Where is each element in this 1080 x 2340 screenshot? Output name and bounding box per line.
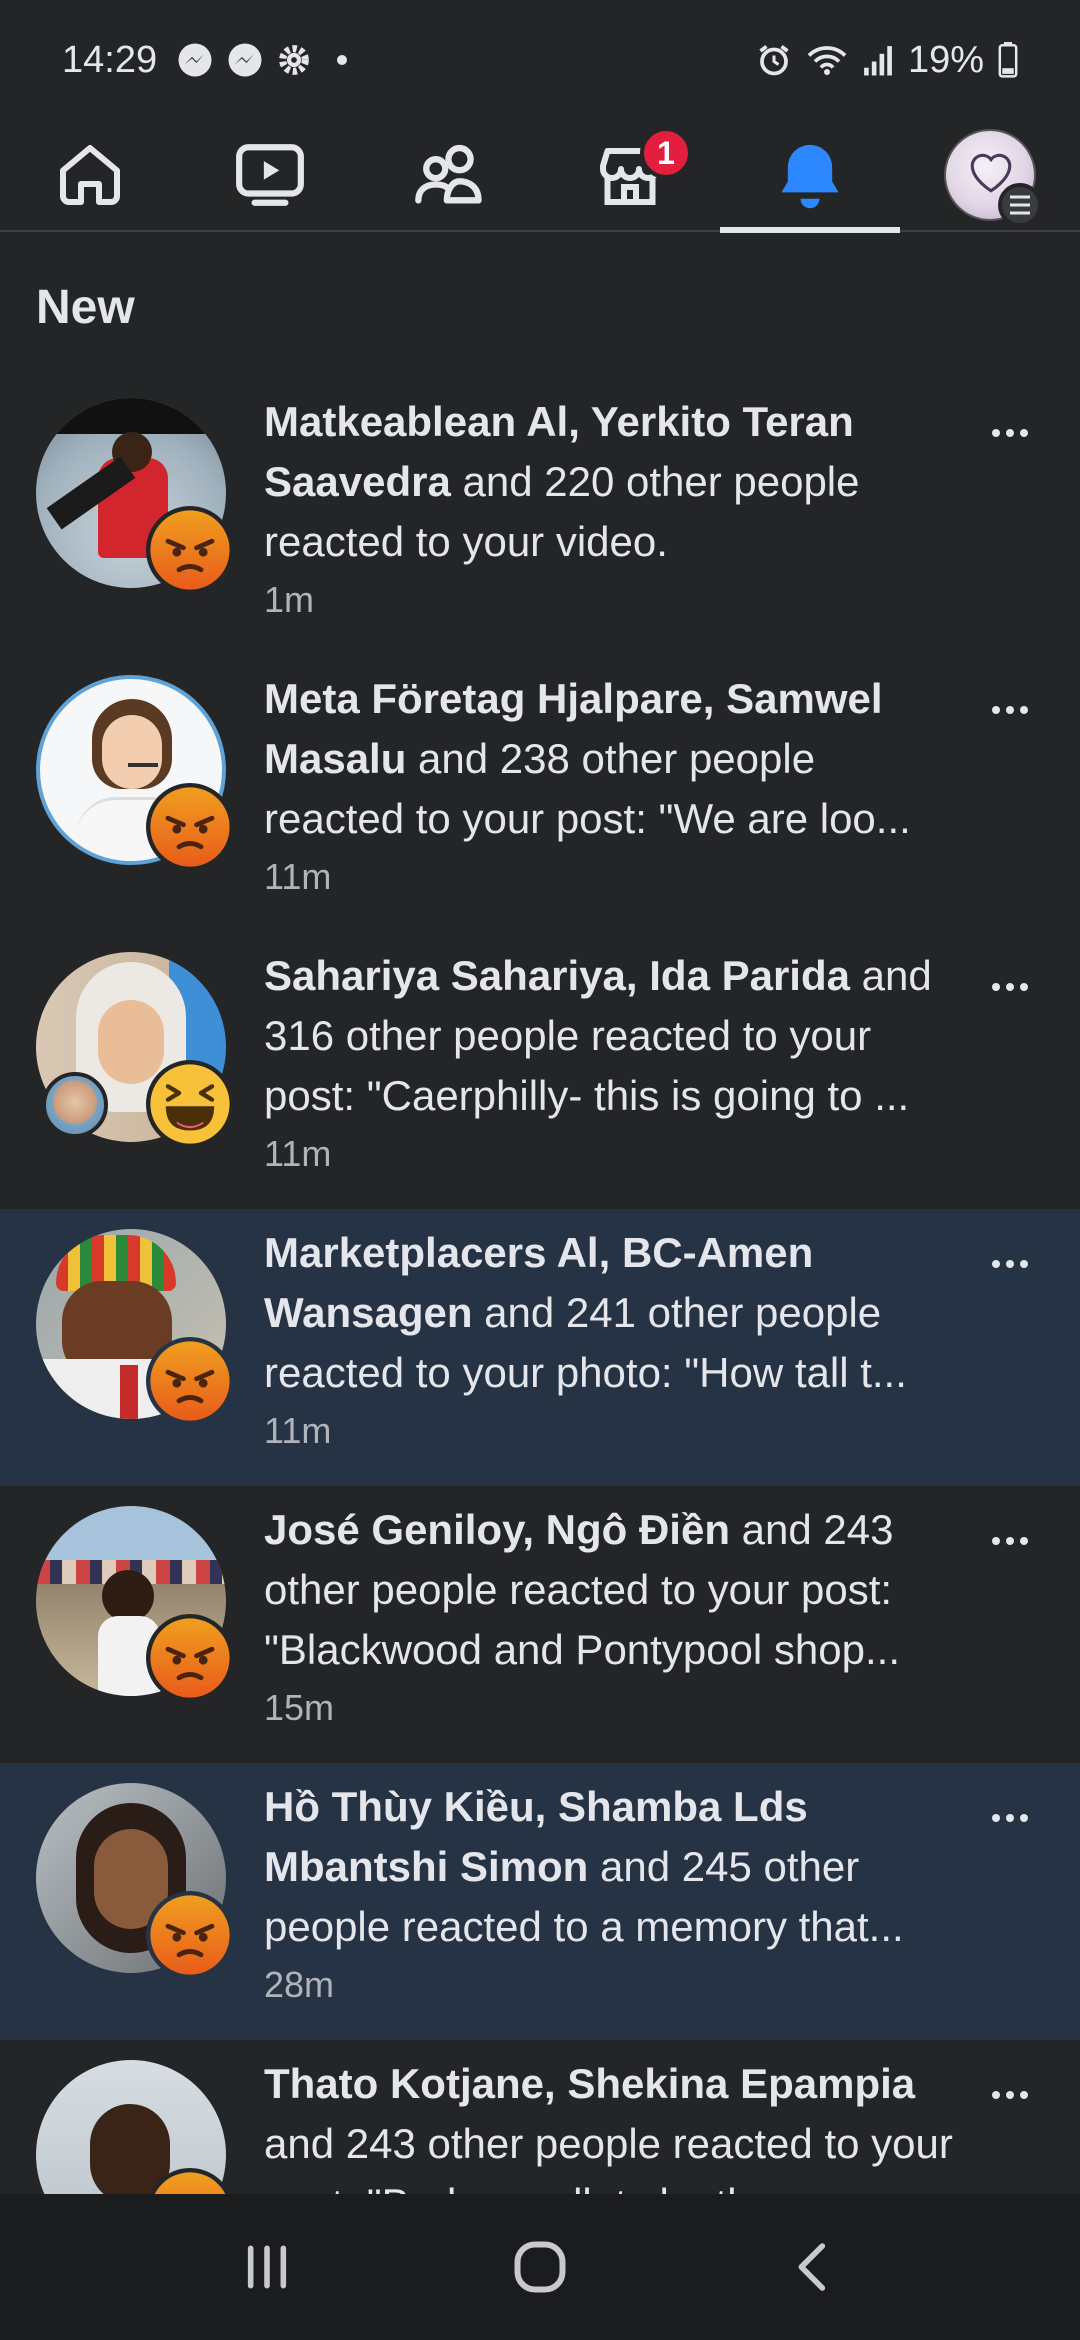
notification-avatar-wrap	[36, 675, 234, 871]
more-options-button[interactable]	[980, 1526, 1040, 1556]
notification-item[interactable]: Matkeablean Al, Yerkito Teran Saavedra a…	[0, 378, 1080, 655]
notification-time: 11m	[264, 1410, 332, 1451]
nav-home[interactable]	[0, 119, 180, 231]
notification-names: José Geniloy, Ngô Điền	[264, 1506, 730, 1553]
home-icon	[60, 145, 120, 205]
notification-body: Hồ Thùy Kiều, Shamba Lds Mbantshi Simon …	[264, 1777, 954, 2040]
messenger-icon-2	[227, 42, 263, 78]
nav-friends[interactable]	[360, 119, 540, 231]
recent-apps-icon	[247, 2245, 286, 2289]
messenger-icon	[177, 42, 213, 78]
nav-video[interactable]	[180, 119, 360, 231]
status-bar: 14:29 19%	[0, 0, 1080, 120]
notification-text: Sahariya Sahariya, Ida Parida and 316 ot…	[264, 946, 954, 1126]
status-left: 14:29	[62, 38, 348, 82]
alarm-icon	[756, 42, 792, 78]
notification-names: Thato Kotjane, Shekina Epampia	[264, 2060, 916, 2107]
settings-gear-icon	[277, 43, 311, 77]
battery-icon	[998, 42, 1018, 78]
home-button[interactable]	[480, 2217, 600, 2317]
notification-list: Matkeablean Al, Yerkito Teran Saavedra a…	[0, 378, 1080, 2317]
notification-avatar-wrap	[36, 1783, 234, 1979]
notification-item[interactable]: Marketplacers Al, BC-Amen Wansagen and 2…	[0, 1209, 1080, 1486]
nav-marketplace[interactable]: 1	[540, 119, 720, 231]
notification-body: José Geniloy, Ngô Điền and 243 other peo…	[264, 1500, 954, 1763]
notification-body: Marketplacers Al, BC-Amen Wansagen and 2…	[264, 1223, 954, 1486]
menu-icon	[998, 183, 1042, 227]
notification-time: 1m	[264, 579, 315, 620]
back-button[interactable]	[753, 2217, 873, 2317]
notification-text: Matkeablean Al, Yerkito Teran Saavedra a…	[264, 392, 954, 572]
notification-time: 28m	[264, 1964, 335, 2005]
bell-icon	[781, 144, 839, 209]
notification-item[interactable]: Sahariya Sahariya, Ida Parida and 316 ot…	[0, 932, 1080, 1209]
section-title-new: New	[36, 281, 135, 334]
nav-menu[interactable]	[900, 119, 1080, 231]
secondary-avatar	[42, 1072, 108, 1138]
battery-percent: 19%	[907, 38, 984, 81]
recent-apps-button[interactable]	[207, 2217, 327, 2317]
notification-avatar-wrap	[36, 1506, 234, 1702]
more-options-button[interactable]	[980, 2080, 1040, 2110]
top-navigation: 1	[0, 119, 1080, 233]
screen: 14:29 19% 1 New Matkeablean Al, Yerkito …	[0, 0, 1080, 2340]
angry-reaction-icon	[146, 783, 234, 871]
more-options-button[interactable]	[980, 972, 1040, 1002]
notification-names: Sahariya Sahariya, Ida Parida	[264, 952, 850, 999]
friends-icon	[415, 144, 482, 204]
notification-item[interactable]: Meta Företag Hjalpare, Samwel Masalu and…	[0, 655, 1080, 932]
notification-body: Matkeablean Al, Yerkito Teran Saavedra a…	[264, 392, 954, 655]
signal-icon	[862, 43, 894, 77]
profile-avatar	[944, 129, 1042, 227]
nav-notifications[interactable]	[720, 119, 900, 233]
notification-time: 11m	[264, 1133, 332, 1174]
more-options-button[interactable]	[980, 695, 1040, 725]
notification-text: José Geniloy, Ngô Điền and 243 other peo…	[264, 1500, 954, 1680]
angry-reaction-icon	[146, 1891, 234, 1979]
system-navigation-bar	[0, 2194, 1080, 2340]
notification-text: Marketplacers Al, BC-Amen Wansagen and 2…	[264, 1223, 954, 1403]
back-chevron-icon	[798, 2243, 826, 2291]
notification-item[interactable]: Hồ Thùy Kiều, Shamba Lds Mbantshi Simon …	[0, 1763, 1080, 2040]
notification-text: Meta Företag Hjalpare, Samwel Masalu and…	[264, 669, 954, 849]
notification-dot-icon	[337, 55, 348, 65]
notification-body: Sahariya Sahariya, Ida Parida and 316 ot…	[264, 946, 954, 1209]
notification-time: 11m	[264, 856, 332, 897]
more-options-button[interactable]	[980, 1803, 1040, 1833]
status-time: 14:29	[62, 38, 158, 81]
video-icon	[236, 144, 304, 206]
home-circle-icon	[514, 2241, 566, 2293]
notification-avatar-wrap	[36, 1229, 234, 1425]
notification-body: Meta Företag Hjalpare, Samwel Masalu and…	[264, 669, 954, 932]
more-options-button[interactable]	[980, 1249, 1040, 1279]
angry-reaction-icon	[146, 1614, 234, 1702]
status-right: 19%	[756, 39, 1018, 82]
notification-avatar-wrap	[36, 398, 234, 594]
notification-text: Hồ Thùy Kiều, Shamba Lds Mbantshi Simon …	[264, 1777, 954, 1957]
marketplace-badge: 1	[640, 127, 692, 179]
notification-avatar-wrap	[36, 952, 234, 1148]
angry-reaction-icon	[146, 506, 234, 594]
notification-item[interactable]: José Geniloy, Ngô Điền and 243 other peo…	[0, 1486, 1080, 1763]
angry-reaction-icon	[146, 1337, 234, 1425]
notification-time: 15m	[264, 1687, 335, 1728]
wifi-icon	[806, 42, 848, 78]
haha-reaction-icon	[146, 1060, 234, 1148]
more-options-button[interactable]	[980, 418, 1040, 448]
